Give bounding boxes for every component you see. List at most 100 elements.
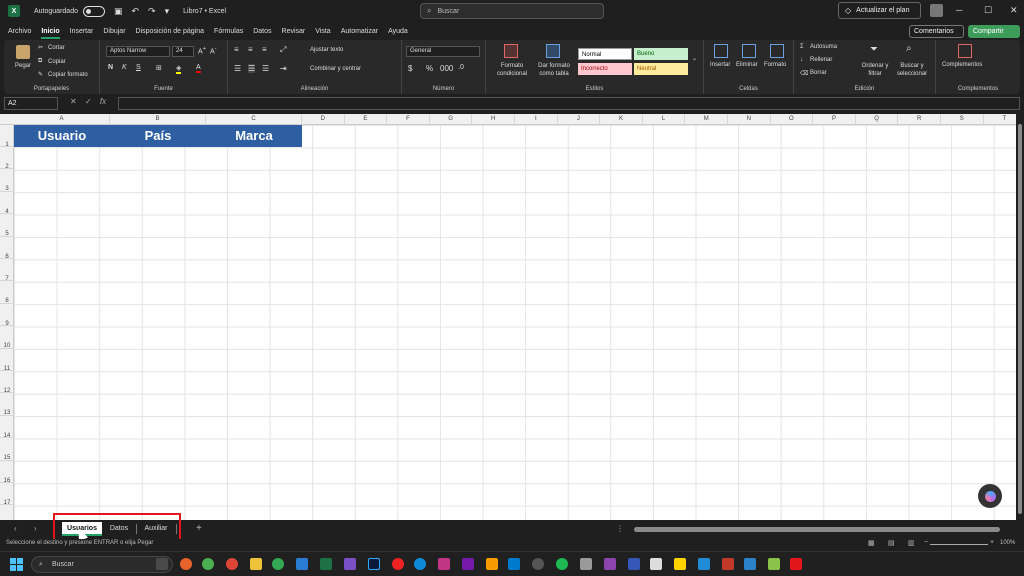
tab-vista[interactable]: Vista bbox=[315, 28, 330, 35]
app-icon[interactable] bbox=[580, 558, 592, 570]
column-header[interactable]: T bbox=[984, 114, 1016, 125]
cut-button[interactable]: Cortar bbox=[48, 45, 65, 51]
row-header[interactable]: 3 bbox=[0, 169, 14, 192]
merge-center-button[interactable]: Combinar y centrar bbox=[310, 66, 361, 72]
row-header[interactable]: 4 bbox=[0, 192, 14, 215]
spotify-icon[interactable] bbox=[556, 558, 568, 570]
app-icon[interactable] bbox=[722, 558, 734, 570]
wrap-text-button[interactable]: Ajustar texto bbox=[310, 47, 343, 53]
column-header[interactable]: P bbox=[813, 114, 856, 125]
onenote-icon[interactable] bbox=[462, 558, 474, 570]
row-header[interactable]: 9 bbox=[0, 304, 14, 327]
tab-automatizar[interactable]: Automatizar bbox=[341, 28, 378, 35]
row-header[interactable]: 7 bbox=[0, 259, 14, 282]
decimal-icon[interactable]: .0 bbox=[458, 64, 464, 71]
vertical-scroll-thumb[interactable] bbox=[1018, 124, 1022, 514]
chrome-alt-icon[interactable] bbox=[272, 558, 284, 570]
row-header[interactable]: 15 bbox=[0, 438, 14, 461]
find-select-button[interactable]: Buscar y seleccionar bbox=[892, 62, 932, 78]
styles-more-icon[interactable]: ⌄ bbox=[692, 55, 697, 62]
column-header[interactable]: M bbox=[685, 114, 728, 125]
share-button[interactable]: Compartir bbox=[968, 25, 1020, 38]
app-icon[interactable] bbox=[604, 558, 616, 570]
orientation-icon[interactable]: ⤢ bbox=[280, 45, 286, 55]
insert-function-icon[interactable]: fx bbox=[100, 97, 106, 106]
clear-button[interactable]: Borrar bbox=[810, 70, 827, 76]
autosum-button[interactable]: Autosuma bbox=[810, 44, 837, 50]
autosave-toggle[interactable] bbox=[82, 5, 105, 17]
row-header[interactable]: 8 bbox=[0, 281, 14, 304]
spreadsheet-grid[interactable]: ABCDEFGHIJKLMNOPQRST 1 2 3 4 5 6 7 8 9 10 11 12 13 14… bbox=[0, 114, 1016, 520]
paste-button[interactable]: Pegar bbox=[15, 63, 31, 69]
app-icon[interactable] bbox=[768, 558, 780, 570]
formula-input[interactable] bbox=[118, 97, 1020, 110]
indent-icon[interactable]: ⇥ bbox=[280, 64, 287, 73]
addins-button[interactable]: Complementos bbox=[942, 62, 982, 68]
sort-filter-button[interactable]: Ordenar y filtrar bbox=[858, 62, 892, 78]
column-header[interactable]: C bbox=[206, 114, 302, 125]
zoom-in-icon[interactable]: + bbox=[990, 539, 994, 546]
page-layout-icon[interactable]: ▤ bbox=[888, 539, 895, 547]
row-header[interactable]: 1 bbox=[0, 125, 14, 148]
row-header[interactable]: 14 bbox=[0, 416, 14, 439]
row-header[interactable]: 2 bbox=[0, 147, 14, 170]
app-icon[interactable] bbox=[790, 558, 802, 570]
vscode-icon[interactable] bbox=[508, 558, 520, 570]
firefox-icon[interactable] bbox=[180, 558, 192, 570]
column-header[interactable]: G bbox=[430, 114, 473, 125]
underline-icon[interactable]: S bbox=[136, 64, 141, 71]
thousands-icon[interactable]: 000 bbox=[440, 64, 453, 73]
enter-icon[interactable]: ✓ bbox=[85, 97, 92, 106]
column-header[interactable]: I bbox=[515, 114, 558, 125]
align-bottom-icon[interactable]: ≡ bbox=[262, 45, 267, 54]
column-header[interactable]: R bbox=[898, 114, 941, 125]
tab-formulas[interactable]: Fórmulas bbox=[214, 28, 243, 35]
windows-start-icon[interactable] bbox=[10, 558, 23, 571]
column-header[interactable]: H bbox=[472, 114, 515, 125]
undo-icon[interactable]: ↶ bbox=[132, 6, 140, 17]
column-header[interactable]: J bbox=[558, 114, 601, 125]
font-name-select[interactable]: Aptos Narrow bbox=[106, 46, 170, 57]
next-sheet-icon[interactable]: › bbox=[34, 524, 37, 533]
shrink-font-icon[interactable]: A- bbox=[210, 46, 217, 55]
tab-disposicion[interactable]: Disposición de página bbox=[136, 28, 205, 35]
row-header[interactable]: 6 bbox=[0, 237, 14, 260]
normal-view-icon[interactable]: ▦ bbox=[868, 539, 875, 547]
row-header[interactable]: 10 bbox=[0, 326, 14, 349]
italic-icon[interactable]: K bbox=[122, 64, 127, 71]
app-icon[interactable] bbox=[628, 558, 640, 570]
task-view-icon[interactable] bbox=[156, 558, 168, 570]
tab-split-handle[interactable]: ⋮ bbox=[616, 524, 624, 533]
cell-area[interactable] bbox=[14, 125, 1016, 520]
font-size-select[interactable]: 24 bbox=[172, 46, 194, 57]
style-good[interactable]: Bueno bbox=[634, 48, 688, 60]
align-right-icon[interactable]: ☰ bbox=[262, 64, 269, 73]
column-header[interactable]: F bbox=[387, 114, 430, 125]
app-icon[interactable] bbox=[344, 558, 356, 570]
chrome-profile-icon[interactable] bbox=[226, 558, 238, 570]
upgrade-plan-button[interactable]: ◇ Actualizar el plan bbox=[838, 2, 921, 19]
row-header[interactable]: 17 bbox=[0, 483, 14, 506]
cell-a1[interactable]: Usuario bbox=[14, 125, 110, 147]
number-format-select[interactable]: General bbox=[406, 46, 480, 57]
format-painter-button[interactable]: Copiar formato bbox=[48, 72, 88, 78]
tab-dibujar[interactable]: Dibujar bbox=[103, 28, 125, 35]
customize-toolbar-icon[interactable]: ▾ bbox=[165, 6, 170, 17]
search-input[interactable]: ⌕ Buscar bbox=[420, 3, 604, 19]
zoom-out-icon[interactable]: − bbox=[924, 539, 928, 546]
sticky-notes-icon[interactable] bbox=[674, 558, 686, 570]
close-icon[interactable]: ✕ bbox=[1010, 5, 1018, 16]
word-icon[interactable] bbox=[296, 558, 308, 570]
column-header[interactable]: E bbox=[345, 114, 388, 125]
fill-button[interactable]: Rellenar bbox=[810, 57, 832, 63]
photoshop-icon[interactable] bbox=[368, 558, 380, 570]
save-icon[interactable]: ▣ bbox=[114, 6, 123, 17]
sublime-icon[interactable] bbox=[486, 558, 498, 570]
excel-taskbar-icon[interactable] bbox=[320, 558, 332, 570]
app-icon[interactable] bbox=[438, 558, 450, 570]
font-color-icon[interactable]: A bbox=[196, 64, 201, 73]
opera-icon[interactable] bbox=[392, 558, 404, 570]
borders-icon[interactable]: ⊞ bbox=[156, 64, 162, 72]
grow-font-icon[interactable]: A+ bbox=[198, 46, 206, 55]
horizontal-scrollbar[interactable] bbox=[634, 527, 1000, 532]
